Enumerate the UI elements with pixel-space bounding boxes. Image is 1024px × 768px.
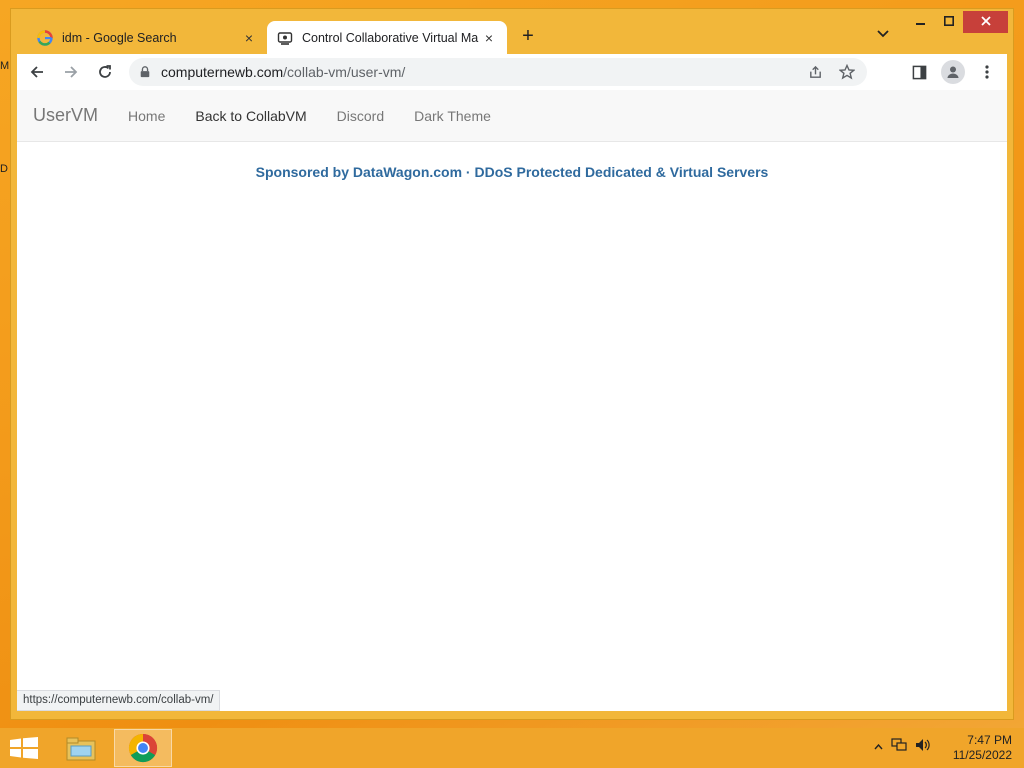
collabvm-icon xyxy=(277,30,293,46)
tab-title: idm - Google Search xyxy=(62,30,177,45)
nav-home-link[interactable]: Home xyxy=(128,108,165,124)
system-tray xyxy=(874,738,931,755)
tab-title: Control Collaborative Virtual Ma xyxy=(302,30,479,45)
close-tab-icon[interactable]: × xyxy=(481,30,497,46)
minimize-button[interactable] xyxy=(907,11,935,33)
tab-strip: idm - Google Search × Control Collaborat… xyxy=(11,9,1013,54)
site-navbar: UserVM Home Back to CollabVM Discord Dar… xyxy=(17,90,1007,142)
nav-dark-theme-link[interactable]: Dark Theme xyxy=(414,108,491,124)
windows-start-icon[interactable] xyxy=(10,737,38,759)
clock-date: 11/25/2022 xyxy=(952,748,1012,762)
link-status-bar: https://computernewb.com/collab-vm/ xyxy=(17,690,221,711)
google-icon xyxy=(37,29,53,46)
clock-time: 7:47 PM xyxy=(967,733,1012,747)
nav-back-to-collabvm-link[interactable]: Back to CollabVM xyxy=(195,108,306,124)
side-panel-icon[interactable] xyxy=(907,58,931,86)
taskbar-clock[interactable]: 7:47 PM 11/25/2022 xyxy=(953,733,1012,763)
tab-google-search[interactable]: idm - Google Search × xyxy=(27,21,267,54)
site-brand-link[interactable]: UserVM xyxy=(33,105,98,126)
maximize-button[interactable] xyxy=(935,11,963,33)
browser-toolbar: computernewb.com/collab-vm/user-vm/ xyxy=(17,54,1007,90)
network-icon[interactable] xyxy=(891,738,907,755)
volume-icon[interactable] xyxy=(915,738,931,755)
menu-kebab-icon[interactable] xyxy=(975,58,999,86)
nav-discord-link[interactable]: Discord xyxy=(337,108,384,124)
tab-search-chevron-icon[interactable] xyxy=(877,27,889,41)
url-path: /collab-vm/user-vm/ xyxy=(283,64,406,80)
tray-expand-chevron-icon[interactable] xyxy=(874,741,883,753)
profile-avatar-icon[interactable] xyxy=(941,60,965,84)
sponsor-link[interactable]: Sponsored by DataWagon.com · DDoS Protec… xyxy=(17,164,1007,180)
forward-arrow-icon[interactable] xyxy=(57,58,85,86)
url-host: computernewb.com xyxy=(161,64,284,80)
tab-collabvm[interactable]: Control Collaborative Virtual Ma × xyxy=(267,21,507,54)
bookmark-star-icon[interactable] xyxy=(837,62,857,82)
file-explorer-icon[interactable] xyxy=(52,729,110,767)
chrome-taskbar-icon[interactable] xyxy=(114,729,172,767)
close-window-button[interactable] xyxy=(963,11,1008,33)
share-icon[interactable] xyxy=(805,62,825,82)
address-bar[interactable]: computernewb.com/collab-vm/user-vm/ xyxy=(129,58,867,86)
new-tab-button[interactable]: + xyxy=(517,25,539,47)
back-arrow-icon[interactable] xyxy=(23,58,51,86)
lock-icon[interactable] xyxy=(139,65,153,79)
browser-window: idm - Google Search × Control Collaborat… xyxy=(10,8,1014,720)
close-tab-icon[interactable]: × xyxy=(241,30,257,46)
taskbar: 7:47 PM 11/25/2022 xyxy=(0,728,1024,768)
web-page: UserVM Home Back to CollabVM Discord Dar… xyxy=(17,90,1007,711)
reload-icon[interactable] xyxy=(91,58,119,86)
